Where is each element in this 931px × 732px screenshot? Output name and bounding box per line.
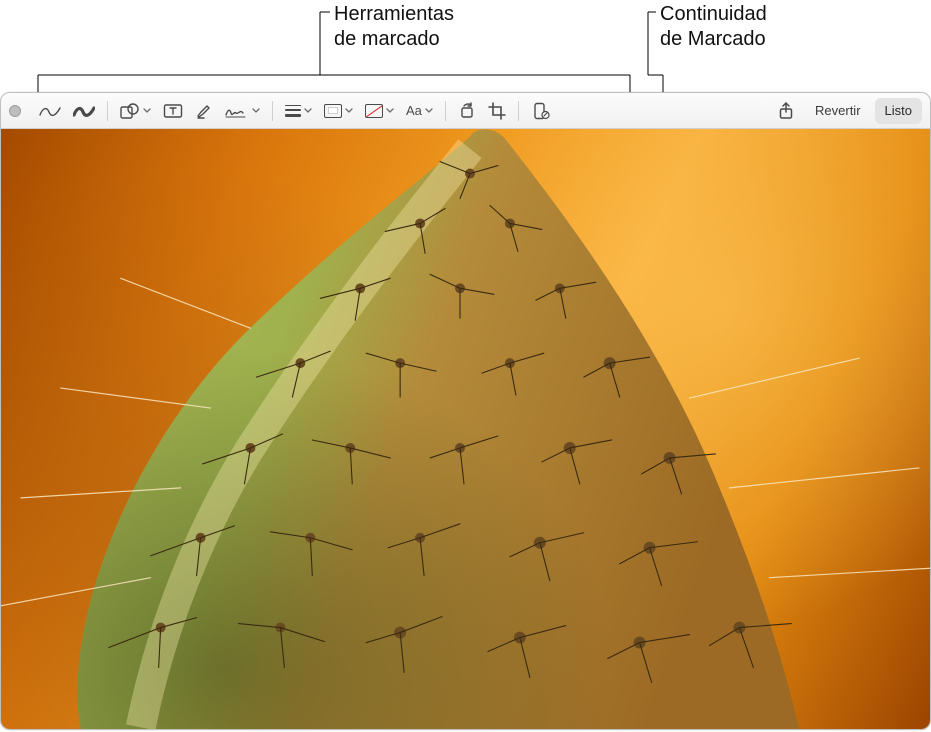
crop-icon	[488, 102, 506, 120]
chevron-down-icon	[252, 108, 260, 114]
image-canvas[interactable]	[1, 129, 930, 729]
text-tool[interactable]	[157, 98, 189, 124]
cactus-photo	[1, 129, 930, 729]
rotate-icon	[458, 102, 476, 120]
sign-tool[interactable]	[219, 98, 266, 124]
sketch-icon	[39, 103, 61, 119]
shapes-tool[interactable]	[114, 98, 157, 124]
chevron-down-icon	[425, 108, 433, 114]
sketch-tool[interactable]	[33, 98, 67, 124]
rotate-tool[interactable]	[452, 98, 482, 124]
textbox-icon	[163, 103, 183, 119]
font-label: Aa	[406, 103, 422, 118]
highlighter-icon	[195, 102, 213, 120]
toolbar-separator	[107, 101, 108, 121]
draw-icon	[73, 103, 95, 119]
crop-tool[interactable]	[482, 98, 512, 124]
border-swatch-icon	[324, 104, 342, 118]
done-button[interactable]: Listo	[875, 98, 922, 124]
chevron-down-icon	[386, 108, 394, 114]
fill-color-tool[interactable]	[359, 98, 400, 124]
signature-icon	[225, 103, 249, 119]
toolbar-separator	[445, 101, 446, 121]
chevron-down-icon	[345, 108, 353, 114]
toolbar-separator	[272, 101, 273, 121]
stroke-style-tool[interactable]	[279, 98, 318, 124]
callout-markup-tools: Herramientas de marcado	[334, 2, 454, 52]
text-style-tool[interactable]: Aa	[400, 98, 439, 124]
markup-window: Aa	[0, 92, 931, 730]
highlight-tool[interactable]	[189, 98, 219, 124]
share-button[interactable]	[771, 98, 801, 124]
shapes-icon	[120, 103, 140, 119]
markup-toolbar: Aa	[1, 93, 930, 129]
chevron-down-icon	[304, 108, 312, 114]
border-color-tool[interactable]	[318, 98, 359, 124]
revert-button[interactable]: Revertir	[805, 98, 871, 124]
share-icon	[778, 102, 794, 120]
draw-tool[interactable]	[67, 98, 101, 124]
device-annotate-icon	[531, 102, 551, 120]
callout-continuity: Continuidad de Marcado	[660, 2, 767, 52]
stroke-lines-icon	[285, 105, 301, 117]
chevron-down-icon	[143, 108, 151, 114]
window-close-dot[interactable]	[9, 105, 21, 117]
markup-continuity-tool[interactable]	[525, 98, 557, 124]
toolbar-separator	[518, 101, 519, 121]
fill-none-icon	[365, 104, 383, 118]
